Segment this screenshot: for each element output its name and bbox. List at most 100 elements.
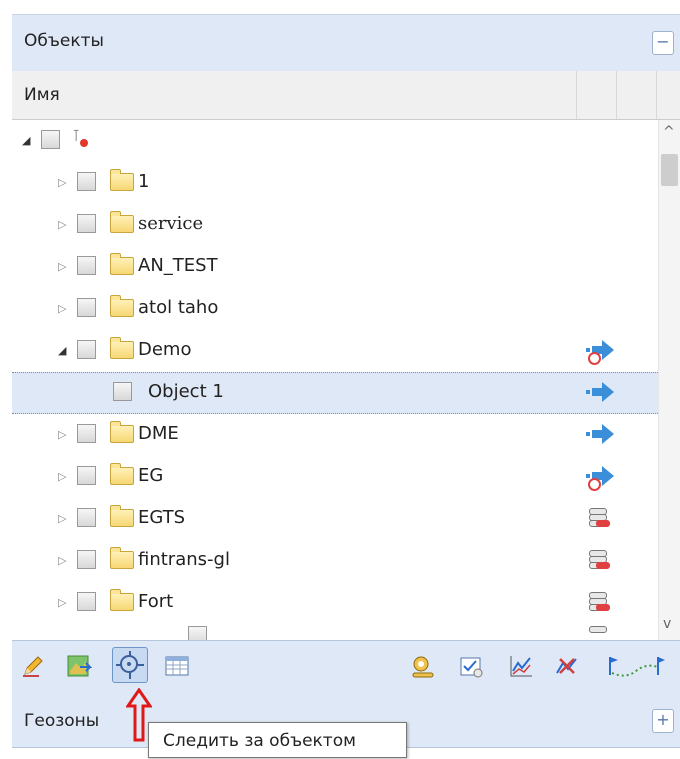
folder-icon bbox=[110, 463, 134, 485]
tree-row[interactable]: ▷ EGTS bbox=[12, 498, 658, 540]
expand-triangle-icon[interactable]: ▷ bbox=[58, 302, 66, 315]
arrow-blocked-icon[interactable] bbox=[586, 466, 614, 491]
folder-icon bbox=[110, 169, 134, 191]
expand-triangle-icon[interactable]: ▷ bbox=[58, 512, 66, 525]
scroll-up-icon[interactable]: ^ bbox=[663, 124, 675, 140]
tree-row[interactable]: ▷ AN_TEST bbox=[12, 246, 658, 288]
tree-row-label: AN_TEST bbox=[138, 255, 218, 276]
objects-toolbar bbox=[12, 640, 680, 693]
scroll-down-icon[interactable]: v bbox=[663, 616, 671, 632]
folder-icon bbox=[110, 547, 134, 569]
tree-row[interactable]: ◢ Demo bbox=[12, 330, 658, 372]
open-folder-icon bbox=[110, 337, 134, 359]
objects-panel: Объекты − Имя ◢ ⊺ ▷ 1 ▷ service ▷ AN_TES… bbox=[0, 0, 680, 758]
tree-row[interactable]: ▷ service bbox=[12, 204, 658, 246]
column-separator[interactable] bbox=[656, 71, 657, 119]
collapse-button[interactable]: − bbox=[652, 31, 674, 55]
root-checkbox[interactable] bbox=[41, 130, 60, 149]
expand-triangle-icon[interactable]: ▷ bbox=[58, 554, 66, 567]
tree-row-label: atol taho bbox=[138, 297, 219, 318]
tree-row-partial[interactable] bbox=[12, 626, 658, 640]
target-tick bbox=[116, 664, 122, 666]
tree-row-selected[interactable]: Object 1 bbox=[12, 372, 658, 414]
row-checkbox[interactable] bbox=[77, 298, 96, 317]
map-export-icon[interactable] bbox=[66, 653, 92, 679]
tree-scrollbar[interactable]: ^ v bbox=[658, 120, 680, 640]
tree-row-label: service bbox=[138, 213, 204, 234]
scrollbar-thumb[interactable] bbox=[661, 154, 678, 186]
folder-icon bbox=[110, 253, 134, 275]
folder-icon bbox=[110, 589, 134, 611]
tree-row-label: Fort bbox=[138, 591, 174, 612]
chart-icon[interactable] bbox=[508, 653, 534, 679]
arrow-icon[interactable] bbox=[586, 382, 614, 402]
row-checkbox[interactable] bbox=[77, 172, 96, 191]
expand-triangle-icon[interactable]: ▷ bbox=[58, 596, 66, 609]
tree-row-label: EGTS bbox=[138, 507, 186, 528]
follow-object-button[interactable] bbox=[112, 647, 148, 683]
tree-row-label: EG bbox=[138, 465, 164, 486]
stack-icon[interactable] bbox=[586, 508, 610, 532]
stack-icon[interactable] bbox=[586, 592, 610, 616]
row-checkbox[interactable] bbox=[77, 424, 96, 443]
edit-pencil-icon[interactable] bbox=[20, 653, 46, 679]
row-checkbox[interactable] bbox=[77, 592, 96, 611]
folder-icon bbox=[110, 421, 134, 443]
table-icon[interactable] bbox=[164, 653, 190, 679]
arrow-blocked-icon[interactable] bbox=[586, 340, 614, 365]
target-tick bbox=[129, 651, 131, 657]
target-icon bbox=[120, 655, 138, 673]
alarm-bell-icon[interactable] bbox=[410, 653, 436, 679]
tree-row-label: 1 bbox=[138, 171, 150, 192]
tree-row[interactable]: ▷ DME bbox=[12, 414, 658, 456]
row-checkbox[interactable] bbox=[113, 382, 132, 401]
expand-triangle-icon[interactable]: ▷ bbox=[58, 218, 66, 231]
tree-row-label: Demo bbox=[138, 339, 192, 360]
expand-triangle-icon[interactable]: ▷ bbox=[58, 470, 66, 483]
row-checkbox[interactable] bbox=[77, 550, 96, 569]
tree-row[interactable]: ▷ EG bbox=[12, 456, 658, 498]
stack-icon[interactable] bbox=[586, 550, 610, 574]
arrow-icon[interactable] bbox=[586, 424, 614, 444]
column-separator[interactable] bbox=[616, 71, 617, 119]
folder-icon bbox=[110, 211, 134, 233]
track-flags-icon[interactable] bbox=[606, 653, 666, 679]
stack-icon[interactable] bbox=[586, 626, 610, 640]
target-tick bbox=[138, 664, 144, 666]
folder-icon bbox=[110, 295, 134, 317]
tree-row[interactable]: ▷ atol taho bbox=[12, 288, 658, 330]
row-checkbox[interactable] bbox=[188, 626, 207, 640]
objects-panel-header: Объекты − bbox=[12, 14, 680, 72]
expand-triangle-icon[interactable]: ▷ bbox=[58, 260, 66, 273]
name-column-header[interactable]: Имя bbox=[12, 71, 680, 120]
folder-icon bbox=[110, 505, 134, 527]
row-checkbox[interactable] bbox=[77, 466, 96, 485]
tree-row[interactable]: ▷ fintrans-gl bbox=[12, 540, 658, 582]
column-separator[interactable] bbox=[576, 71, 577, 119]
tree-row-label: DME bbox=[138, 423, 179, 444]
objects-panel-title: Объекты bbox=[24, 31, 104, 51]
object-tree: ◢ ⊺ ▷ 1 ▷ service ▷ AN_TEST ▷ atol taho … bbox=[12, 120, 658, 640]
collapse-triangle-icon[interactable]: ◢ bbox=[58, 344, 66, 357]
row-checkbox[interactable] bbox=[77, 340, 96, 359]
tree-row[interactable]: ▷ 1 bbox=[12, 162, 658, 204]
row-checkbox[interactable] bbox=[77, 508, 96, 527]
name-column-label: Имя bbox=[24, 85, 60, 105]
target-tick bbox=[129, 673, 131, 679]
collapse-triangle-icon[interactable]: ◢ bbox=[22, 134, 30, 147]
tooltip-text: Следить за объектом bbox=[163, 731, 356, 751]
expand-button[interactable]: + bbox=[652, 709, 674, 733]
alert-dot-icon bbox=[80, 139, 88, 147]
route-delete-icon[interactable] bbox=[554, 653, 580, 679]
row-checkbox[interactable] bbox=[77, 256, 96, 275]
schedule-check-icon[interactable] bbox=[458, 653, 484, 679]
expand-triangle-icon[interactable]: ▷ bbox=[58, 176, 66, 189]
tree-row[interactable]: ▷ Fort bbox=[12, 582, 658, 624]
expand-triangle-icon[interactable]: ▷ bbox=[58, 428, 66, 441]
tree-root-row[interactable]: ◢ ⊺ bbox=[12, 120, 658, 162]
tree-row-label: Object 1 bbox=[148, 381, 224, 402]
geozones-panel-title: Геозоны bbox=[24, 711, 100, 731]
tree-row-label: fintrans-gl bbox=[138, 549, 230, 570]
follow-object-tooltip: Следить за объектом bbox=[148, 722, 407, 758]
row-checkbox[interactable] bbox=[77, 214, 96, 233]
